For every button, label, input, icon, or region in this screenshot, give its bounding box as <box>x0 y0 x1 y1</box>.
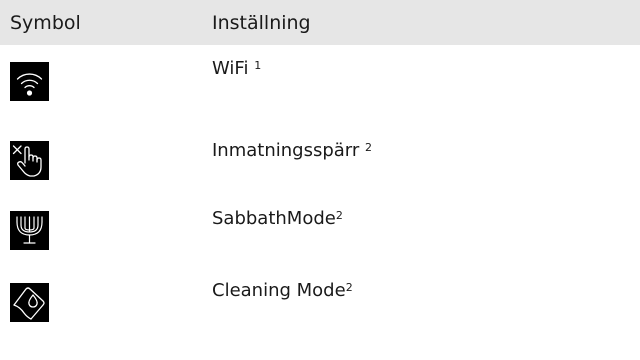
setting-label-sabbath: SabbathMode2 <box>212 208 343 230</box>
table-row-input-lock: Inmatningsspärr 2 <box>0 130 640 190</box>
symbol-column-header: Symbol <box>10 12 81 34</box>
table-row-cleaning: Cleaning Mode2 <box>0 275 640 335</box>
setting-text: Inmatningsspärr <box>212 140 360 161</box>
footnote-marker: 2 <box>335 209 343 222</box>
table-header: Symbol Inställning <box>0 0 640 45</box>
setting-text: Cleaning Mode <box>212 280 346 301</box>
menorah-sabbath-icon <box>10 211 49 250</box>
cleaning-mode-icon <box>10 283 49 322</box>
setting-text: WiFi <box>212 58 249 79</box>
setting-label-wifi: WiFi 1 <box>212 58 261 80</box>
input-lock-hand-icon <box>10 141 49 180</box>
table-row-wifi: WiFi 1 <box>0 54 640 114</box>
footnote-marker: 2 <box>345 281 353 294</box>
setting-label-input-lock: Inmatningsspärr 2 <box>212 140 372 162</box>
footnote-marker: 2 <box>365 141 373 154</box>
table-row-sabbath: SabbathMode2 <box>0 203 640 263</box>
setting-column-header: Inställning <box>212 12 311 34</box>
setting-label-cleaning: Cleaning Mode2 <box>212 280 353 302</box>
setting-text: SabbathMode <box>212 208 336 229</box>
footnote-marker: 1 <box>254 59 262 72</box>
wifi-icon <box>10 62 49 101</box>
